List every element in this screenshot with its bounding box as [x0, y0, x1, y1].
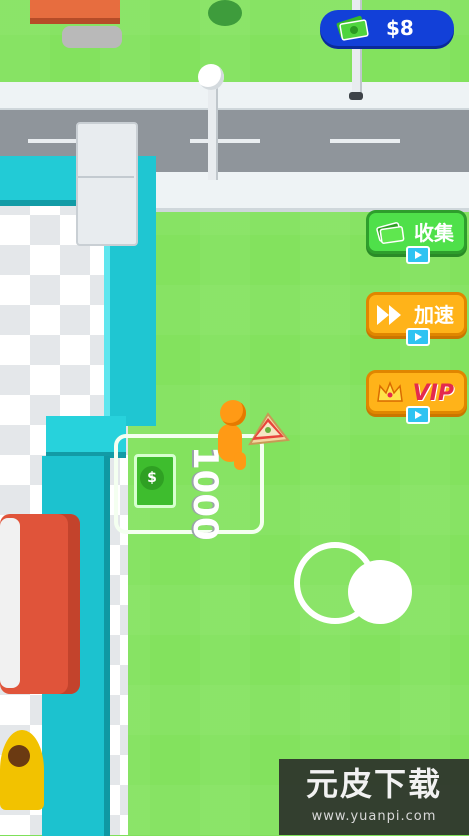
- purchase-price: 1000: [185, 446, 225, 541]
- tree: [208, 0, 242, 26]
- sandwich-icon: [248, 412, 290, 446]
- money-amount: $8: [386, 16, 414, 40]
- cash-icon: [376, 222, 405, 244]
- sidewalk-bottom: [150, 172, 469, 212]
- watermark-url: www.yuanpi.com: [311, 809, 437, 824]
- player-head: [220, 400, 246, 426]
- sunflower-center: [8, 745, 30, 767]
- collect-label: 收集: [414, 221, 454, 245]
- sofa-cushion: [0, 518, 20, 688]
- lamppost-light: [198, 64, 224, 90]
- watermark-title: 元皮下载: [305, 765, 442, 803]
- sidewalk-top: [0, 82, 469, 112]
- fridge: [76, 122, 138, 246]
- dollar-sign: $: [140, 466, 164, 490]
- joystick-knob[interactable]: [348, 560, 412, 624]
- video-ad-icon: [406, 328, 430, 346]
- road-marking: [330, 139, 400, 143]
- stepping-stones: [62, 26, 122, 48]
- road-marking: [190, 139, 260, 143]
- lamppost-base: [349, 92, 363, 100]
- video-ad-icon: [406, 406, 430, 424]
- fast-forward-icon: [377, 305, 401, 325]
- speed-label: 加速: [414, 303, 454, 327]
- lamppost: [208, 84, 218, 180]
- player-leg: [234, 452, 246, 470]
- fridge-door-line: [78, 176, 134, 178]
- video-ad-icon: [406, 246, 430, 264]
- sunflower-plant: [0, 730, 44, 810]
- cash-stack-icon: [336, 15, 369, 41]
- building-roof: [30, 0, 120, 24]
- crown-icon: [377, 380, 403, 402]
- vip-label: VIP: [412, 381, 454, 406]
